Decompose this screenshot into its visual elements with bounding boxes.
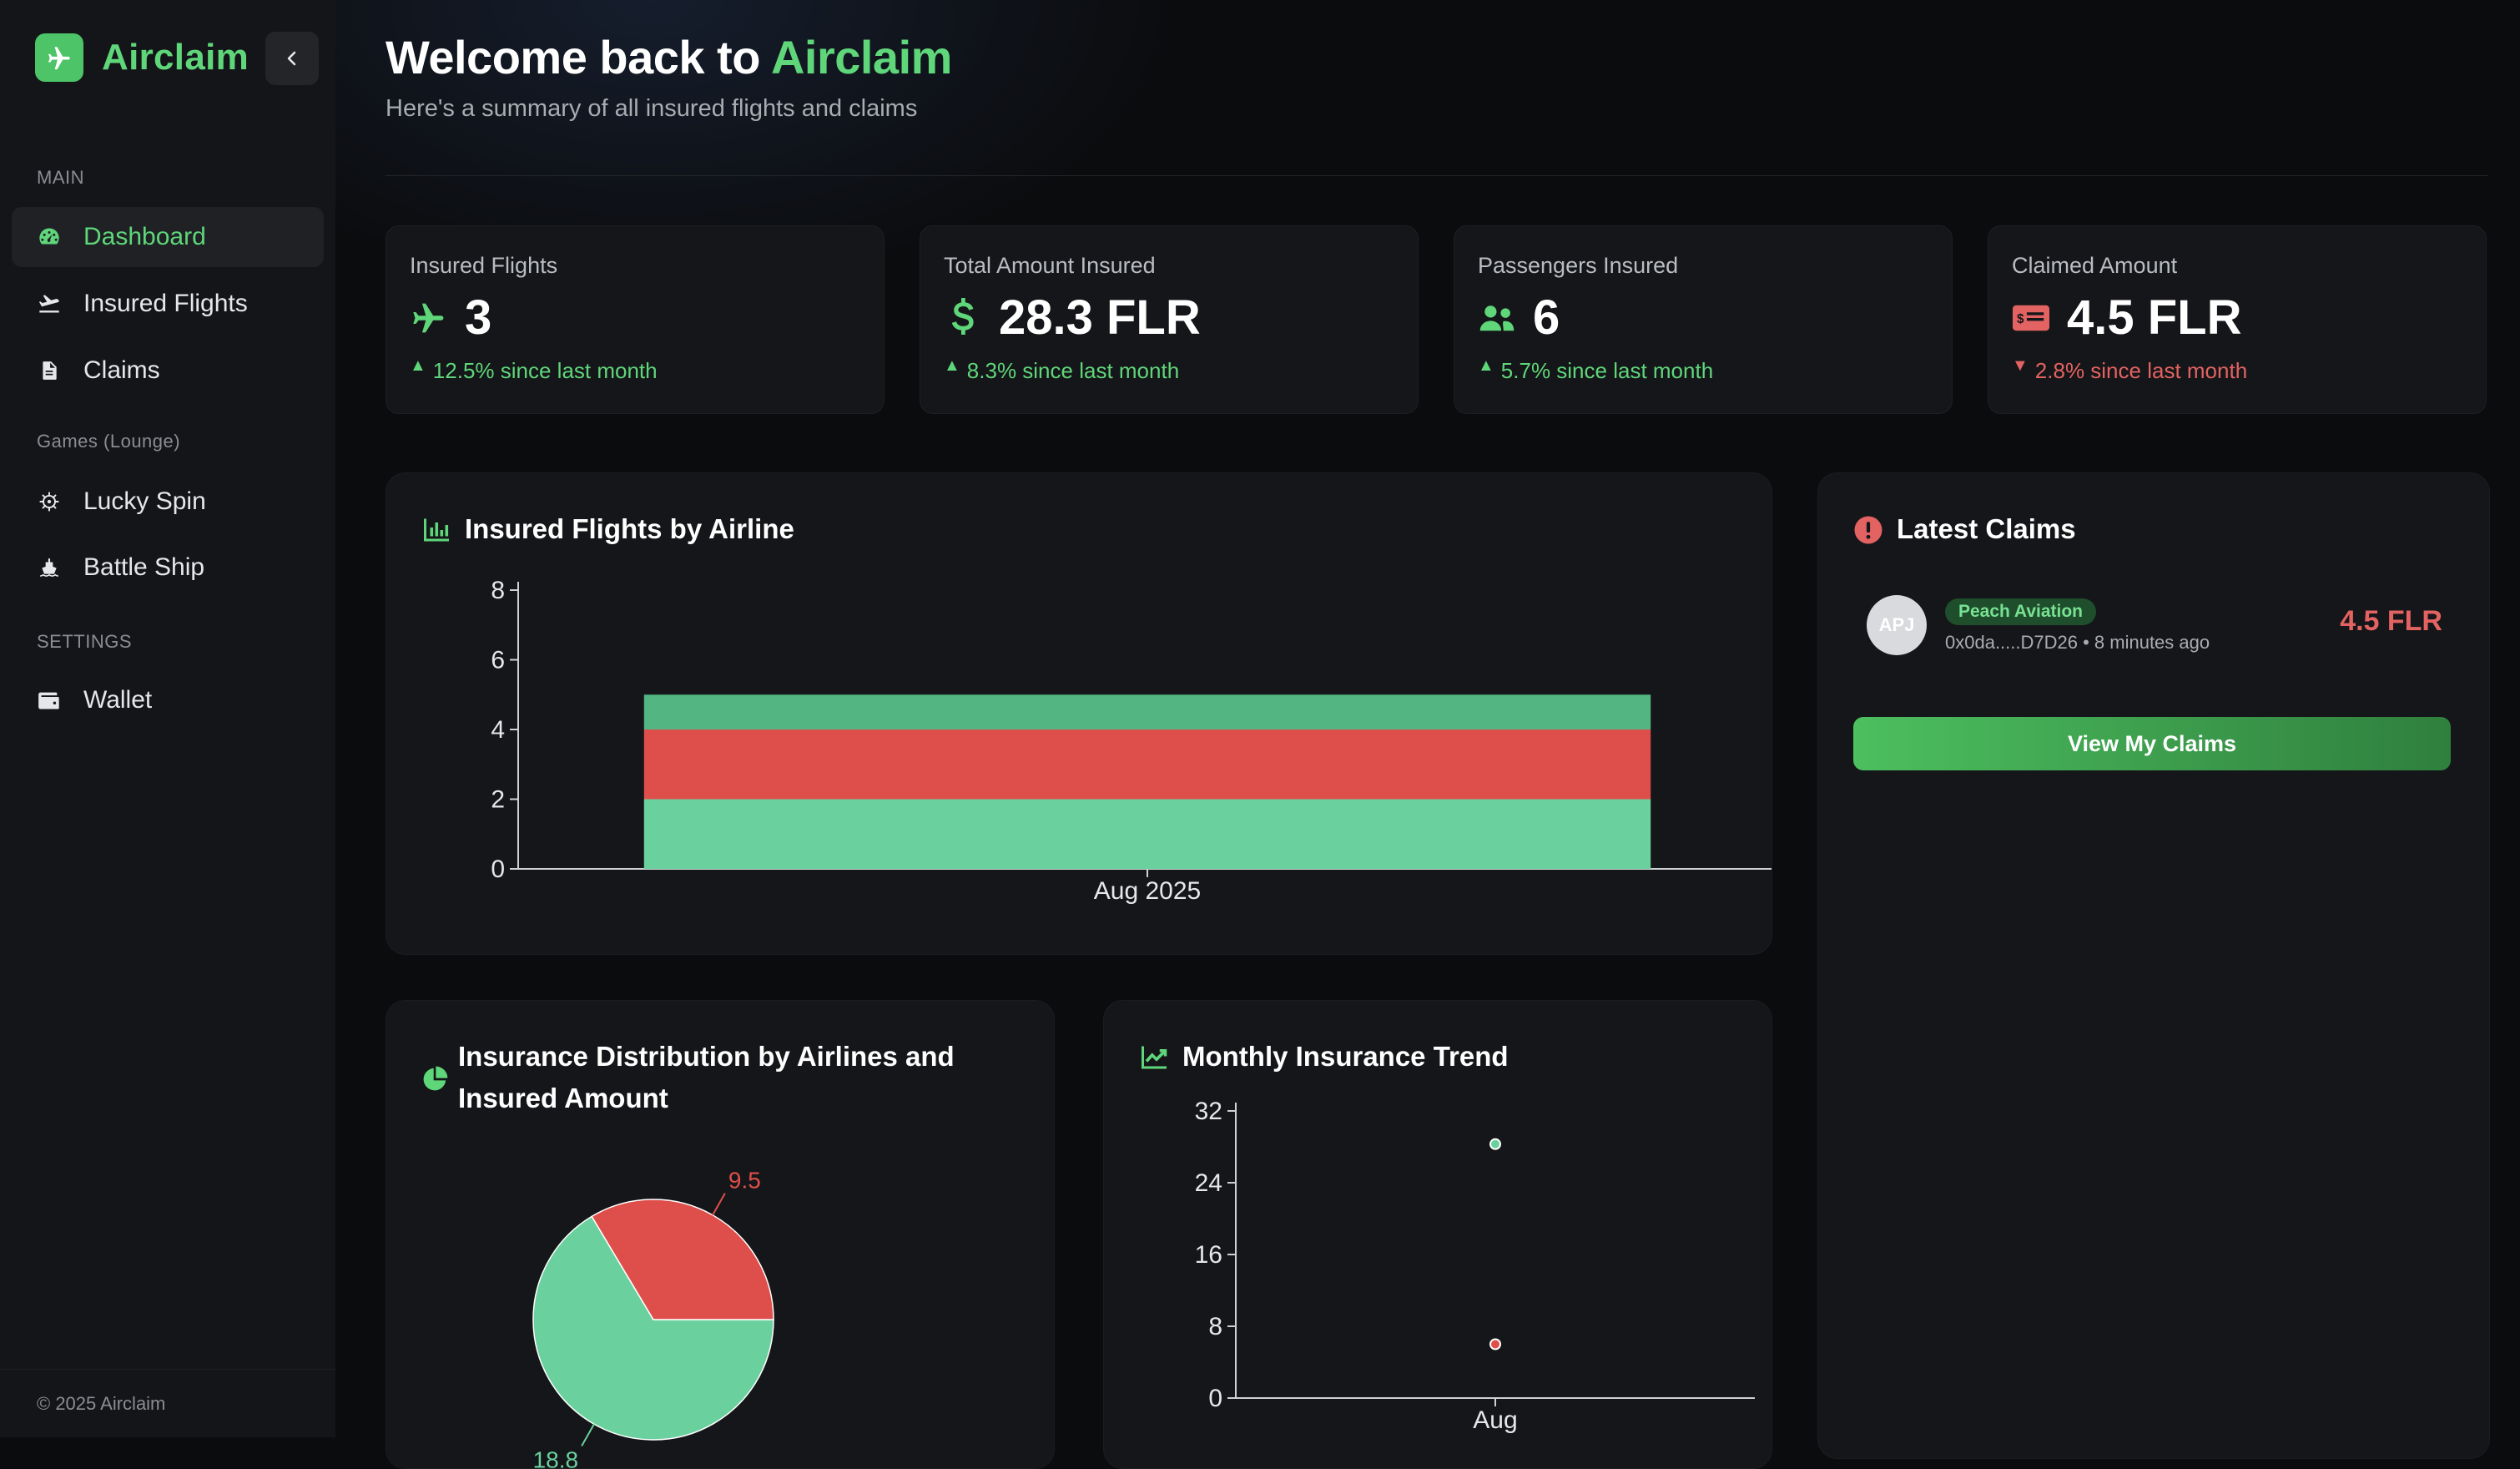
stacked-bar-chart: 0 2 4 6 8 Aug 2025: [491, 577, 1772, 905]
sidebar-item-label: Battle Ship: [83, 553, 205, 581]
y-tick-label: 2: [491, 786, 505, 814]
y-tick-label: 24: [1195, 1169, 1222, 1197]
stat-label: Insured Flights: [410, 253, 558, 278]
latest-claims-card: Latest Claims APJ Peach Aviation 0x0da..…: [1817, 472, 2490, 1459]
stat-value: 3: [465, 290, 492, 345]
y-tick-label: 6: [491, 647, 505, 674]
wallet-icon: [37, 688, 62, 713]
y-tick-label: 0: [1208, 1385, 1222, 1412]
plane-logo-icon: [35, 33, 83, 82]
pie-chart: 18.8 9.5: [532, 1168, 774, 1468]
nav-section-games: Games (Lounge): [37, 431, 181, 452]
sidebar-item-label: Wallet: [83, 686, 153, 714]
alert-icon: [1853, 515, 1883, 545]
sidebar-item-label: Dashboard: [83, 223, 206, 250]
stat-value: 6: [1533, 290, 1560, 345]
sidebar-item-insured-flights[interactable]: Insured Flights: [12, 274, 324, 334]
stat-value: 28.3 FLR: [999, 290, 1201, 345]
ship-icon: [37, 555, 62, 580]
sidebar-item-battle-ship[interactable]: Battle Ship: [12, 538, 324, 598]
airline-badge: Peach Aviation: [1945, 598, 2096, 625]
main-content: Welcome back to Airclaim Here's a summar…: [335, 0, 2520, 1469]
stat-label: Claimed Amount: [2012, 253, 2178, 278]
x-tick-label: Aug 2025: [1094, 877, 1201, 905]
y-tick-label: 8: [491, 577, 505, 604]
y-tick-label: 32: [1195, 1098, 1222, 1125]
gauge-icon: [37, 225, 62, 250]
stat-change: ▼ 2.8% since last month: [2012, 356, 2248, 384]
stat-card-passengers-insured: Passengers Insured 6 ▲ 5.7% since last mo…: [1454, 225, 1953, 414]
stat-label: Passengers Insured: [1478, 253, 1679, 278]
brand-name: Airclaim: [102, 37, 249, 78]
sidebar-item-label: Lucky Spin: [83, 487, 206, 515]
sidebar-item-claims[interactable]: Claims: [12, 341, 324, 401]
stat-change: ▲ 8.3% since last month: [944, 356, 1180, 384]
view-my-claims-button[interactable]: View My Claims: [1853, 717, 2451, 770]
stat-change: ▲ 12.5% since last month: [410, 356, 658, 384]
claim-meta: 0x0da.....D7D26 • 8 minutes ago: [1945, 632, 2210, 653]
y-tick-label: 0: [491, 856, 505, 883]
brand[interactable]: Airclaim: [35, 33, 249, 82]
sidebar-item-lucky-spin[interactable]: Lucky Spin: [12, 472, 324, 532]
stat-value: 4.5 FLR: [2067, 290, 2242, 345]
scatter-chart: 0 8 16 24 32 Aug: [1195, 1098, 1755, 1434]
stat-change: ▲ 5.7% since last month: [1478, 356, 1714, 384]
sidebar: Airclaim MAIN Dashboard Insured Flights …: [0, 0, 336, 1437]
y-tick-label: 16: [1195, 1241, 1222, 1269]
nav-section-settings: SETTINGS: [37, 631, 133, 652]
card-title: Latest Claims: [1897, 513, 2076, 544]
sidebar-item-dashboard[interactable]: Dashboard: [12, 207, 324, 267]
stat-card-total-amount-insured: Total Amount Insured 28.3 FLR ▲ 8.3% sinc…: [920, 225, 1419, 414]
sidebar-item-wallet[interactable]: Wallet: [12, 670, 324, 730]
bar-segment: [643, 799, 1651, 869]
document-icon: [37, 358, 62, 383]
stat-change-text: 5.7% since last month: [1500, 358, 1714, 383]
avatar: APJ: [1867, 595, 1927, 655]
svg-text:$: $: [2017, 311, 2024, 326]
stat-label: Total Amount Insured: [944, 253, 1156, 278]
airline-chart-card: Insured Flights by Airline 0 2 4 6 8 Aug 2025: [386, 472, 1772, 955]
bar-segment: [643, 729, 1651, 800]
dollar-icon: [944, 297, 982, 337]
ticket-icon: $: [2012, 299, 2050, 337]
arrow-up-icon: ▲: [410, 356, 426, 375]
arrow-up-icon: ▲: [944, 356, 960, 375]
pie-label-leader: [712, 1193, 726, 1216]
y-tick-label: 4: [491, 716, 505, 744]
plane-icon: [410, 299, 448, 337]
stat-change-text: 2.8% since last month: [2034, 358, 2248, 383]
stat-card-insured-flights: Insured Flights 3 ▲ 12.5% since last mont…: [386, 225, 885, 414]
welcome-brand: Airclaim: [770, 31, 953, 83]
users-icon: [1478, 299, 1516, 337]
nav-section-main: MAIN: [37, 167, 84, 188]
divider: [386, 175, 2488, 176]
copyright-text: © 2025 Airclaim: [37, 1393, 166, 1414]
arrow-up-icon: ▲: [1478, 356, 1494, 375]
ship-wheel-icon: [37, 489, 62, 514]
claim-amount: 4.5 FLR: [2340, 605, 2442, 637]
stat-card-claimed-amount: Claimed Amount $ 4.5 FLR ▼ 2.8% since las…: [1988, 225, 2487, 414]
x-tick-label: Aug: [1473, 1406, 1517, 1434]
sidebar-footer: © 2025 Airclaim: [0, 1369, 335, 1438]
page-subtitle: Here's a summary of all insured flights …: [386, 95, 918, 122]
data-point: [1489, 1338, 1501, 1350]
distribution-chart-card: Insurance Distribution by Airlines and I…: [386, 1000, 1055, 1469]
sidebar-item-label: Claims: [83, 356, 160, 384]
stat-change-text: 12.5% since last month: [432, 358, 658, 383]
data-point: [1489, 1138, 1501, 1150]
bar-segment: [643, 694, 1651, 729]
pie-label-leader: [581, 1423, 595, 1446]
y-tick-label: 8: [1208, 1313, 1222, 1340]
chevron-left-icon: [287, 51, 296, 66]
trend-chart-card: Monthly Insurance Trend 0 8 16 24 32 Aug: [1103, 1000, 1772, 1469]
welcome-prefix: Welcome back to: [386, 31, 771, 83]
page-title: Welcome back to Airclaim: [386, 30, 952, 84]
stat-change-text: 8.3% since last month: [966, 358, 1180, 383]
pie-label: 18.8: [533, 1446, 579, 1468]
plane-departure-icon: [37, 291, 62, 316]
sidebar-item-label: Insured Flights: [83, 290, 248, 317]
collapse-sidebar-button[interactable]: [265, 32, 319, 85]
arrow-down-icon: ▼: [2012, 356, 2029, 375]
pie-label: 9.5: [728, 1168, 761, 1194]
